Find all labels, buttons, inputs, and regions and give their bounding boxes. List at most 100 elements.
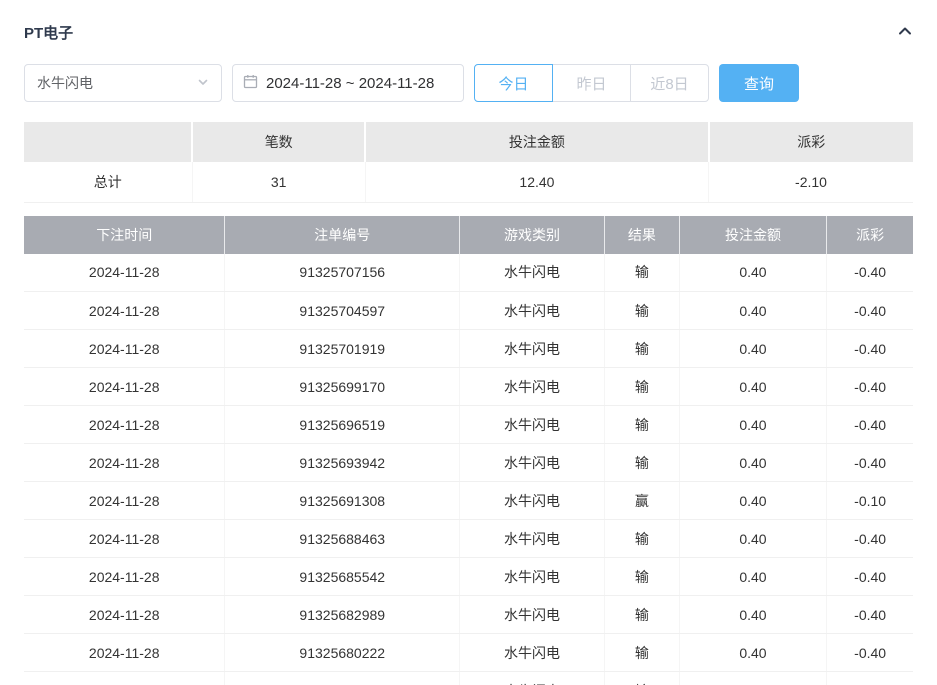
table-row: 2024-11-28 91325688463 水牛闪电 输 0.40 -0.40 (24, 520, 913, 558)
table-row: 2024-11-28 91325699170 水牛闪电 输 0.40 -0.40 (24, 368, 913, 406)
bet-id-cell: 91325693942 (225, 444, 460, 482)
records-panel: PT电子 水牛闪电 2024-11-28 ~ 2024-11-28 今日 昨日 … (0, 0, 937, 685)
table-row: 2024-11-28 91325707156 水牛闪电 输 0.40 -0.40 (24, 254, 913, 292)
bet-payout-cell: -0.40 (827, 292, 913, 330)
bet-id-cell: 91325685542 (225, 558, 460, 596)
table-row: 2024-11-28 91325680222 水牛闪电 输 0.40 -0.40 (24, 634, 913, 672)
bet-result-cell: 输 (605, 368, 680, 406)
filter-bar: 水牛闪电 2024-11-28 ~ 2024-11-28 今日 昨日 近8日 查… (24, 64, 913, 102)
bet-result-cell: 输 (605, 292, 680, 330)
bet-time-cell: 2024-11-28 (24, 368, 225, 406)
quick-range-today-button[interactable]: 今日 (474, 64, 553, 102)
bet-result-cell: 输 (605, 254, 680, 292)
game-select[interactable]: 水牛闪电 (24, 64, 222, 102)
bets-header-amount: 投注金额 (679, 216, 827, 254)
quick-range-last8days-button[interactable]: 近8日 (630, 64, 709, 102)
bet-result-cell: 输 (605, 558, 680, 596)
bets-header-result: 结果 (605, 216, 680, 254)
summary-header-blank (24, 122, 192, 162)
table-row: 2024-11-28 91325682989 水牛闪电 输 0.40 -0.40 (24, 596, 913, 634)
summary-total-bet-amount: 12.40 (365, 162, 708, 202)
summary-header-count: 笔数 (192, 122, 365, 162)
bet-payout-cell: -0.40 (827, 672, 913, 685)
table-row: 2024-11-28 91325701919 水牛闪电 输 0.40 -0.40 (24, 330, 913, 368)
bet-time-cell: 2024-11-28 (24, 254, 225, 292)
bet-game-cell: 水牛闪电 (460, 634, 605, 672)
bet-id-cell: 91325682989 (225, 596, 460, 634)
bet-time-cell: 2024-11-28 (24, 634, 225, 672)
bet-time-cell: 2024-11-28 (24, 444, 225, 482)
bet-game-cell: 水牛闪电 (460, 292, 605, 330)
bet-id-cell: 91325704597 (225, 292, 460, 330)
chevron-down-icon (197, 75, 209, 91)
bet-amount-cell: 0.40 (679, 672, 827, 685)
summary-total-row: 总计 31 12.40 -2.10 (24, 162, 913, 202)
bet-result-cell: 输 (605, 444, 680, 482)
bet-game-cell: 水牛闪电 (460, 482, 605, 520)
bet-amount-cell: 0.40 (679, 330, 827, 368)
bet-result-cell: 输 (605, 672, 680, 685)
table-row: 2024-11-28 91325691308 水牛闪电 赢 0.40 -0.10 (24, 482, 913, 520)
table-row: 2024-11-28 91325696519 水牛闪电 输 0.40 -0.40 (24, 406, 913, 444)
bet-time-cell: 2024-11-28 (24, 406, 225, 444)
bet-game-cell: 水牛闪电 (460, 558, 605, 596)
bet-amount-cell: 0.40 (679, 406, 827, 444)
bet-payout-cell: -0.40 (827, 520, 913, 558)
bet-result-cell: 输 (605, 330, 680, 368)
summary-header-row: 笔数 投注金额 派彩 (24, 122, 913, 162)
bet-time-cell: 2024-11-28 (24, 596, 225, 634)
bet-game-cell: 水牛闪电 (460, 672, 605, 685)
bet-amount-cell: 0.40 (679, 596, 827, 634)
summary-header-payout: 派彩 (709, 122, 914, 162)
bet-amount-cell: 0.40 (679, 634, 827, 672)
bet-game-cell: 水牛闪电 (460, 444, 605, 482)
bet-id-cell: 91325691308 (225, 482, 460, 520)
bets-table: 下注时间 注单编号 游戏类别 结果 投注金额 派彩 2024-11-28 913… (24, 216, 913, 685)
bet-result-cell: 输 (605, 520, 680, 558)
bet-time-cell: 2024-11-28 (24, 330, 225, 368)
quick-range-yesterday-button[interactable]: 昨日 (552, 64, 631, 102)
table-row: 2024-11-28 水牛闪电 输 0.40 -0.40 (24, 672, 913, 685)
summary-total-payout: -2.10 (709, 162, 914, 202)
bet-payout-cell: -0.40 (827, 444, 913, 482)
bet-time-cell: 2024-11-28 (24, 558, 225, 596)
search-button[interactable]: 查询 (719, 64, 799, 102)
chevron-up-icon (897, 23, 913, 42)
panel-header: PT电子 (24, 20, 913, 44)
bet-payout-cell: -0.40 (827, 406, 913, 444)
game-select-value: 水牛闪电 (37, 73, 93, 93)
collapse-panel-button[interactable] (897, 23, 913, 42)
bet-id-cell: 91325696519 (225, 406, 460, 444)
quick-range-group: 今日 昨日 近8日 (474, 64, 709, 102)
table-row: 2024-11-28 91325693942 水牛闪电 输 0.40 -0.40 (24, 444, 913, 482)
page-title: PT电子 (24, 22, 73, 43)
bet-id-cell: 91325680222 (225, 634, 460, 672)
date-range-input[interactable]: 2024-11-28 ~ 2024-11-28 (232, 64, 464, 102)
table-row: 2024-11-28 91325685542 水牛闪电 输 0.40 -0.40 (24, 558, 913, 596)
bet-result-cell: 输 (605, 634, 680, 672)
bet-id-cell: 91325699170 (225, 368, 460, 406)
bet-id-cell: 91325688463 (225, 520, 460, 558)
bet-time-cell: 2024-11-28 (24, 482, 225, 520)
summary-table: 笔数 投注金额 派彩 总计 31 12.40 -2.10 (24, 122, 913, 203)
bets-header-game: 游戏类别 (460, 216, 605, 254)
bet-amount-cell: 0.40 (679, 444, 827, 482)
bet-id-cell: 91325707156 (225, 254, 460, 292)
summary-total-label: 总计 (24, 162, 192, 202)
bets-header-payout: 派彩 (827, 216, 913, 254)
calendar-icon (243, 74, 258, 93)
bet-amount-cell: 0.40 (679, 482, 827, 520)
bet-game-cell: 水牛闪电 (460, 520, 605, 558)
bet-amount-cell: 0.40 (679, 292, 827, 330)
bets-header-time: 下注时间 (24, 216, 225, 254)
summary-header-bet-amount: 投注金额 (365, 122, 708, 162)
summary-total-count: 31 (192, 162, 365, 202)
bet-game-cell: 水牛闪电 (460, 406, 605, 444)
bet-payout-cell: -0.40 (827, 368, 913, 406)
bet-payout-cell: -0.10 (827, 482, 913, 520)
bet-time-cell: 2024-11-28 (24, 292, 225, 330)
bet-amount-cell: 0.40 (679, 520, 827, 558)
bet-payout-cell: -0.40 (827, 634, 913, 672)
bet-amount-cell: 0.40 (679, 558, 827, 596)
bet-game-cell: 水牛闪电 (460, 330, 605, 368)
